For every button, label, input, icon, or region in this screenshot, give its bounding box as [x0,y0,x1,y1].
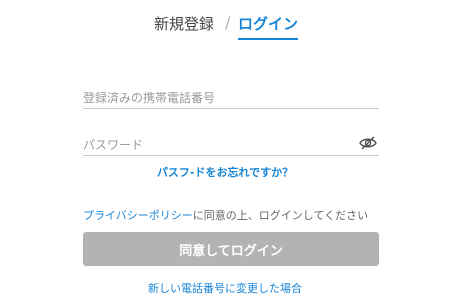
tab-login[interactable]: ログイン [238,13,299,40]
password-field [83,134,379,156]
phone-input[interactable] [83,88,379,108]
agreement-label: に同意の上、ログインしてください [192,209,369,222]
agree-login-button[interactable]: 同意してログイン [83,232,379,266]
password-input[interactable] [83,135,353,155]
agreement-text: プライバシーポリシーに同意の上、ログインしてください [83,207,383,223]
auth-tabs: 新規登録 / ログイン [0,10,450,40]
eye-slash-icon[interactable] [359,135,377,150]
tab-separator: / [225,13,231,32]
forgot-password-link[interactable]: パスフ-ドをお忘れですか？ [0,164,450,180]
changed-phone-link[interactable]: 新しい電話番号に変更した場合 [0,280,450,296]
privacy-policy-link[interactable]: プライバシーポリシー [83,209,193,222]
tab-signup[interactable]: 新規登録 [154,13,214,34]
phone-field [83,87,379,109]
